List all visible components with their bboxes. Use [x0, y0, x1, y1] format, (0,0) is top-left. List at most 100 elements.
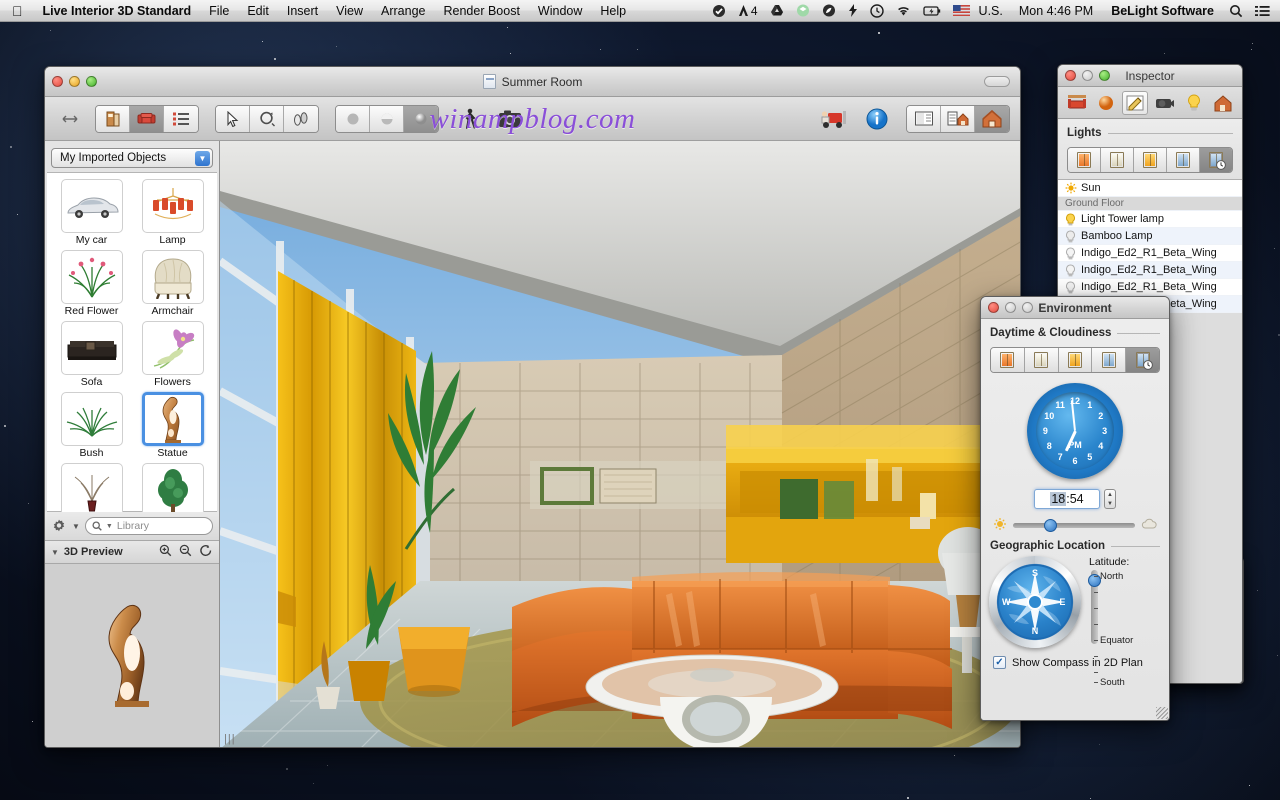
stepper-up-icon[interactable]: ▲	[1105, 490, 1115, 499]
inspector-titlebar[interactable]: Inspector	[1058, 65, 1242, 87]
menu-edit[interactable]: Edit	[238, 4, 278, 18]
status-google-drive-icon[interactable]	[764, 4, 790, 17]
viewport-3d[interactable]: |||	[220, 141, 1020, 747]
time-stepper[interactable]: ▲ ▼	[1104, 489, 1116, 509]
minimize-button[interactable]	[1082, 70, 1093, 81]
light-row-indigo-1[interactable]: Indigo_Ed2_R1_Beta_Wing	[1058, 245, 1242, 262]
building-tab[interactable]	[1210, 91, 1236, 115]
menubar-clock[interactable]: Mon 4:46 PM	[1010, 4, 1102, 18]
menu-arrange[interactable]: Arrange	[372, 4, 434, 18]
input-source-flag-icon[interactable]	[947, 5, 976, 16]
info-icon[interactable]	[862, 106, 892, 132]
compass-rose-icon[interactable]: S E N W	[989, 556, 1081, 648]
light-row-bamboo-lamp[interactable]: Bamboo Lamp	[1058, 228, 1242, 245]
material-tab[interactable]	[1093, 91, 1119, 115]
viewport-resize-grip[interactable]: |||	[224, 733, 236, 745]
time-hours[interactable]: 18	[1050, 492, 1067, 506]
library-item-lamp[interactable]: Lamp	[132, 179, 213, 250]
search-scope-chevron-icon[interactable]: ▼	[106, 523, 113, 530]
rotate-reset-icon[interactable]	[199, 544, 213, 560]
zoom-button[interactable]	[86, 76, 97, 87]
menu-file[interactable]: File	[200, 4, 238, 18]
resize-arrows-icon[interactable]	[55, 106, 85, 132]
bulb-on-icon[interactable]	[1065, 213, 1075, 226]
outline-list-button[interactable]	[164, 105, 198, 132]
rotate-tool[interactable]	[250, 105, 284, 132]
apple-icon[interactable]: 	[0, 4, 34, 18]
status-evernote-icon[interactable]	[816, 4, 842, 17]
menu-window[interactable]: Window	[529, 4, 591, 18]
menubar-user[interactable]: BeLight Software	[1102, 4, 1223, 18]
close-button[interactable]	[52, 76, 63, 87]
close-button[interactable]	[1065, 70, 1076, 81]
status-flash-icon[interactable]	[842, 4, 864, 17]
3d-only-button[interactable]	[975, 105, 1009, 132]
menu-render-boost[interactable]: Render Boost	[434, 4, 528, 18]
light-row-sun[interactable]: Sun	[1058, 180, 1242, 197]
latitude-slider-track[interactable]	[1088, 570, 1101, 644]
preset-night[interactable]	[1167, 148, 1200, 172]
library-item-armchair[interactable]: Armchair	[132, 250, 213, 321]
input-source-label[interactable]: U.S.	[976, 4, 1010, 18]
search-input[interactable]: ▼ Library	[84, 517, 213, 535]
preset-overcast[interactable]	[1024, 348, 1059, 372]
environment-titlebar[interactable]: Environment	[981, 297, 1169, 319]
preset-daylight[interactable]	[1058, 348, 1093, 372]
spotlight-search-icon[interactable]	[1223, 4, 1249, 18]
notification-center-icon[interactable]	[1249, 5, 1280, 17]
time-input[interactable]: 18:54	[1034, 489, 1100, 509]
gear-chevron-icon[interactable]: ▼	[72, 522, 80, 531]
preset-daylight[interactable]	[1134, 148, 1167, 172]
minimize-button[interactable]	[69, 76, 80, 87]
analog-clock[interactable]: 12 1 2 3 4 5 6 7 8 9 10 11 PM	[1027, 383, 1123, 479]
light-row-light-tower-lamp[interactable]: Light Tower lamp	[1058, 211, 1242, 228]
preset-custom-time[interactable]	[1200, 148, 1232, 172]
zoom-button[interactable]	[1099, 70, 1110, 81]
bulb-off-icon[interactable]	[1065, 247, 1075, 260]
collection-dropdown[interactable]: My Imported Objects ▼	[51, 148, 213, 168]
menu-insert[interactable]: Insert	[278, 4, 327, 18]
status-wifi-icon[interactable]	[890, 5, 917, 17]
preset-sunset[interactable]	[1068, 148, 1101, 172]
status-dropbox-icon[interactable]	[790, 4, 816, 17]
status-time-machine-icon[interactable]	[864, 3, 890, 18]
disclosure-triangle-icon[interactable]: ▼	[51, 548, 59, 557]
cloudiness-slider-track[interactable]	[1013, 519, 1135, 532]
toolbar-toggle-button[interactable]	[984, 76, 1010, 87]
lights-tab[interactable]	[1181, 91, 1207, 115]
flat-shading-button[interactable]	[336, 105, 370, 132]
status-battery-icon[interactable]	[917, 5, 947, 17]
library-item-my-car[interactable]: My car	[51, 179, 132, 250]
status-adobe-icon[interactable]: 4	[732, 4, 764, 18]
menu-help[interactable]: Help	[591, 4, 635, 18]
plan-and-3d-button[interactable]	[941, 105, 975, 132]
preset-sunset[interactable]	[991, 348, 1025, 372]
select-tool[interactable]	[216, 105, 250, 132]
preset-custom-time[interactable]	[1126, 348, 1159, 372]
light-row-indigo-2[interactable]: Indigo_Ed2_R1_Beta_Wing	[1058, 262, 1242, 279]
floorplan-2d-button[interactable]	[96, 105, 130, 132]
light-row-indigo-3[interactable]: Indigo_Ed2_R1_Beta_Wing	[1058, 279, 1242, 296]
preview-3d-canvas[interactable]	[45, 564, 219, 747]
gear-icon[interactable]	[51, 518, 67, 534]
zoom-out-icon[interactable]	[179, 544, 192, 560]
delivery-truck-icon[interactable]	[816, 106, 852, 132]
library-item-flowers[interactable]: Flowers	[132, 321, 213, 392]
object-tab[interactable]	[1064, 91, 1090, 115]
menu-app-name[interactable]: Live Interior 3D Standard	[34, 4, 201, 18]
bulb-off-icon[interactable]	[1065, 264, 1075, 277]
main-window-titlebar[interactable]: Summer Room	[45, 67, 1020, 97]
status-checkmark-badge-icon[interactable]	[706, 4, 732, 18]
show-compass-checkbox[interactable]: ✓	[993, 656, 1006, 669]
library-item-sofa[interactable]: Sofa	[51, 321, 132, 392]
walk-tool[interactable]	[284, 105, 318, 132]
library-item-bush[interactable]: Bush	[51, 392, 132, 463]
close-button[interactable]	[988, 302, 999, 313]
split-view-button[interactable]	[907, 105, 941, 132]
stepper-down-icon[interactable]: ▼	[1105, 499, 1115, 508]
minimize-button[interactable]	[1005, 302, 1016, 313]
show-compass-checkbox-row[interactable]: ✓ Show Compass in 2D Plan	[981, 648, 1169, 669]
preview-header[interactable]: ▼ 3D Preview	[45, 541, 219, 564]
menu-view[interactable]: View	[327, 4, 372, 18]
preset-night[interactable]	[1092, 348, 1127, 372]
